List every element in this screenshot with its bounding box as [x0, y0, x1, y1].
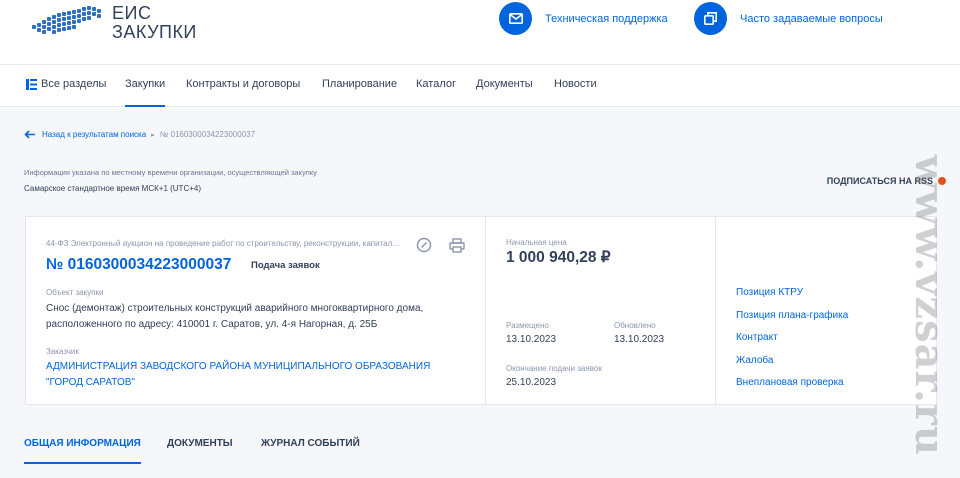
main-menu: Все разделы Закупки Контракты и договоры… [0, 64, 960, 107]
watermark-text: www.vzsar.ru [906, 154, 954, 456]
support-label: Техническая поддержка [545, 12, 668, 25]
menu-item-contracts[interactable]: Контракты и договоры [186, 78, 300, 90]
watermark: www.vzsar.ru [906, 140, 954, 470]
published-date: 13.10.2023 [506, 334, 557, 345]
breadcrumb-separator-icon: ▸ [151, 131, 155, 139]
copy-icon [694, 2, 727, 35]
faq-label: Часто задаваемые вопросы [740, 12, 883, 25]
related-links: Позиция КТРУ Позиция плана-графика Контр… [716, 217, 936, 404]
purchase-object-line2: расположенного по адресу: 410001 г. Сара… [46, 319, 378, 330]
purchase-stage: Подача заявок [251, 260, 320, 271]
tab-general-info[interactable]: ОБЩАЯ ИНФОРМАЦИЯ [24, 438, 141, 464]
menu-item-news[interactable]: Новости [554, 78, 597, 90]
customer-label: Заказчик [46, 347, 79, 356]
russia-map-icon [32, 6, 101, 34]
object-label: Объект закупки [46, 288, 104, 297]
menu-all-sections[interactable]: Все разделы [26, 78, 106, 90]
purchase-type: 44-ФЗ Электронный аукцион на проведение … [46, 239, 402, 248]
purchase-card: 44-ФЗ Электронный аукцион на проведение … [25, 216, 937, 405]
tab-event-log[interactable]: ЖУРНАЛ СОБЫТИЙ [261, 438, 360, 449]
initial-price: 1 000 940,28 ₽ [506, 249, 611, 266]
menu-item-catalog[interactable]: Каталог [416, 78, 456, 90]
back-to-results-link[interactable]: Назад к результатам поиска [42, 130, 146, 139]
deadline-label: Окончание подачи заявок [506, 364, 602, 373]
tab-documents[interactable]: ДОКУМЕНТЫ [167, 438, 233, 449]
updated-date: 13.10.2023 [614, 334, 665, 345]
arrow-left-icon[interactable] [24, 130, 36, 139]
registry-number-link[interactable]: № 0160300034223000037 [46, 256, 231, 274]
breadcrumb-current: № 0160300034223000037 [159, 130, 256, 139]
purchase-price-dates: Начальная цена 1 000 940,28 ₽ Размещено … [486, 217, 716, 404]
link-ktru-position[interactable]: Позиция КТРУ [736, 287, 803, 298]
updated-label: Обновлено [614, 321, 656, 330]
deadline-date: 25.10.2023 [506, 377, 557, 388]
search-document-icon[interactable] [416, 237, 432, 253]
sections-icon [26, 78, 37, 90]
timezone-note: Информация указана по местному времени о… [24, 168, 317, 177]
purchase-object-line1: Снос (демонтаж) строительных конструкций… [46, 303, 424, 314]
menu-item-planning[interactable]: Планирование [322, 78, 397, 90]
print-icon[interactable] [449, 237, 465, 253]
customer-link[interactable]: АДМИНИСТРАЦИЯ ЗАВОДСКОГО РАЙОНА МУНИЦИПА… [46, 359, 476, 391]
breadcrumb: Назад к результатам поиска ▸ № 016030003… [24, 130, 255, 139]
eis-logo[interactable]: ЕИС ЗАКУПКИ [26, 3, 197, 43]
menu-item-documents[interactable]: Документы [476, 78, 533, 90]
link-complaint[interactable]: Жалоба [736, 355, 773, 366]
faq-link[interactable]: Часто задаваемые вопросы [694, 2, 883, 35]
purchase-main-info: 44-ФЗ Электронный аукцион на проведение … [26, 217, 486, 404]
menu-all-sections-label: Все разделы [41, 78, 107, 90]
published-label: Размещено [506, 321, 549, 330]
link-contract[interactable]: Контракт [736, 332, 778, 343]
support-link[interactable]: Техническая поддержка [499, 2, 668, 35]
customer-line2: "ГОРОД САРАТОВ" [46, 377, 135, 388]
mail-icon [499, 2, 532, 35]
purchase-tabs: ОБЩАЯ ИНФОРМАЦИЯ ДОКУМЕНТЫ ЖУРНАЛ СОБЫТИ… [0, 420, 960, 468]
customer-line1: АДМИНИСТРАЦИЯ ЗАВОДСКОГО РАЙОНА МУНИЦИПА… [46, 361, 431, 372]
link-plan-schedule-position[interactable]: Позиция плана-графика [736, 310, 848, 321]
menu-item-zakupki[interactable]: Закупки [125, 78, 166, 107]
link-unscheduled-inspection[interactable]: Внеплановая проверка [736, 377, 844, 388]
logo-line-zakupki: ЗАКУПКИ [112, 22, 197, 42]
logo-line-eis: ЕИС [112, 3, 152, 23]
price-label: Начальная цена [506, 238, 567, 247]
purchase-object: Снос (демонтаж) строительных конструкций… [46, 301, 476, 333]
site-header: ЕИС ЗАКУПКИ Техническая поддержка Часто … [0, 0, 960, 64]
timezone-value: Самарское стандартное время МСК+1 (UTC+4… [24, 184, 201, 193]
